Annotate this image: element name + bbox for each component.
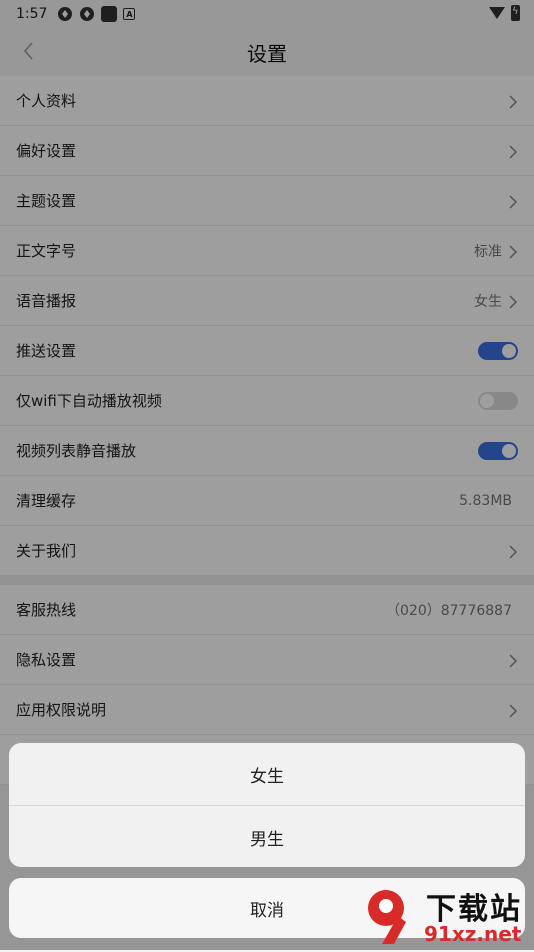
voice-option-sheet: 女生 男生 bbox=[9, 743, 525, 867]
option-female-voice[interactable]: 女生 bbox=[9, 743, 525, 805]
option-male-voice[interactable]: 男生 bbox=[9, 805, 525, 867]
watermark-site: 91xz.net bbox=[424, 922, 522, 946]
watermark-logo: 下载站 91xz.net bbox=[360, 882, 530, 948]
watermark-9-icon bbox=[368, 890, 406, 944]
